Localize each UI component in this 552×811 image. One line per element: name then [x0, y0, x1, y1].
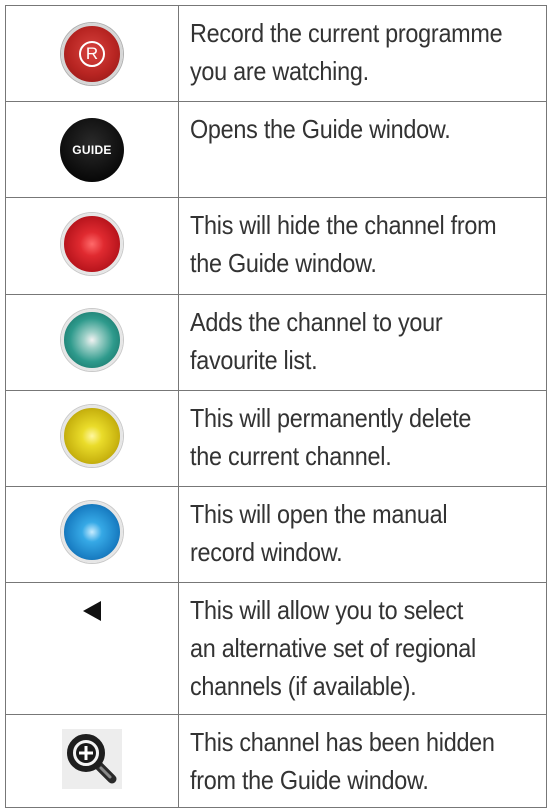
icon-cell [5, 294, 179, 391]
green-button-icon [61, 309, 123, 371]
red-button-icon [61, 212, 123, 275]
icon-cell [5, 714, 179, 808]
button-legend-table: R Record the current programme you are w… [5, 5, 547, 808]
description-line: you are watching. [190, 56, 369, 86]
description-line: Record the current programme [190, 18, 503, 48]
description-line: the current channel. [190, 441, 392, 471]
description-line: Opens the Guide window. [190, 114, 451, 144]
record-button-icon: R [61, 22, 123, 85]
description-line: channels (if available). [190, 671, 417, 701]
description-cell: This will open the manual record window. [178, 486, 547, 583]
description-line: from the Guide window. [190, 765, 429, 795]
description-line: favourite list. [190, 345, 318, 375]
record-glyph: R [79, 40, 105, 67]
yellow-button-icon [61, 405, 123, 467]
description-line: the Guide window. [190, 248, 377, 278]
magnifier-svg [67, 733, 117, 783]
description-line: record window. [190, 537, 343, 567]
description-cell: This will hide the channel from the Guid… [178, 197, 547, 295]
description-cell: Adds the channel to your favourite list. [178, 294, 547, 391]
icon-cell: R [5, 5, 179, 102]
table-row: R Record the current programme you are w… [5, 5, 547, 102]
icon-cell [5, 582, 179, 715]
table-row: This will hide the channel from the Guid… [5, 197, 547, 295]
guide-button-icon: GUIDE [60, 117, 124, 182]
icon-cell [5, 486, 179, 583]
icon-cell [5, 197, 179, 295]
table-row: This will open the manual record window. [5, 486, 547, 583]
description-line: This will open the manual [190, 499, 448, 529]
description-cell: Opens the Guide window. [178, 101, 547, 198]
description-line: This will allow you to select [190, 595, 464, 625]
description-line: Adds the channel to your [190, 307, 443, 337]
icon-cell [5, 390, 179, 487]
description-cell: This will permanently delete the current… [178, 390, 547, 487]
description-cell: This will allow you to select an alterna… [178, 582, 547, 715]
description-cell: Record the current programme you are wat… [178, 5, 547, 102]
description-cell: This channel has been hidden from the Gu… [178, 714, 547, 808]
description-line: This will permanently delete [190, 403, 472, 433]
table-row: GUIDE Opens the Guide window. [5, 101, 547, 198]
table-row: This will permanently delete the current… [5, 390, 547, 487]
blue-button-icon [61, 501, 123, 563]
left-arrow-icon [83, 601, 101, 621]
description-line: This channel has been hidden [190, 727, 495, 757]
guide-label: GUIDE [72, 142, 112, 157]
table-row: This channel has been hidden from the Gu… [5, 714, 547, 808]
icon-cell: GUIDE [5, 101, 179, 198]
description-line: an alternative set of regional [190, 633, 476, 663]
table-row: Adds the channel to your favourite list. [5, 294, 547, 391]
hidden-channel-magnifier-icon [62, 728, 122, 789]
table-row: This will allow you to select an alterna… [5, 582, 547, 715]
description-line: This will hide the channel from [190, 210, 497, 240]
